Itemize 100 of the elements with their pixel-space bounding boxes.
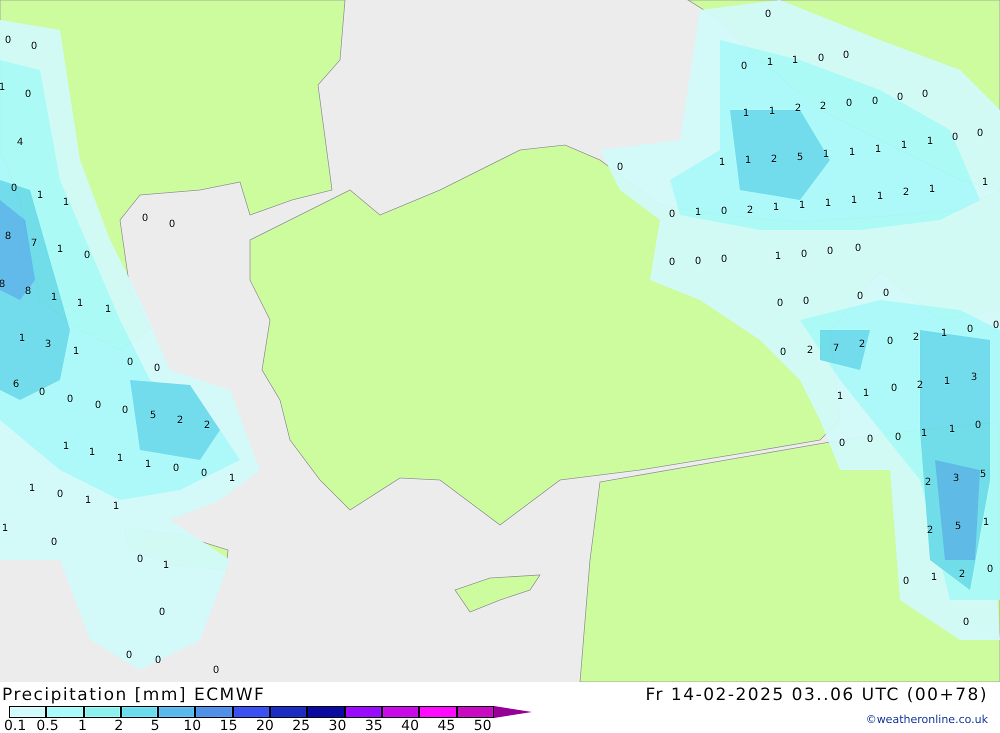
precipitation-value: 0 [616, 162, 624, 173]
precipitation-value: 0 [30, 41, 38, 52]
precipitation-value: 1 [144, 459, 152, 470]
scale-label: 0.1 [4, 718, 26, 733]
precipitation-value: 0 [94, 400, 102, 411]
scale-label: 25 [292, 718, 310, 733]
precipitation-value: 1 [848, 147, 856, 158]
precipitation-value: 2 [926, 525, 934, 536]
precipitation-value: 1 [948, 424, 956, 435]
precipitation-value: 1 [940, 328, 948, 339]
precipitation-value: 0 [38, 387, 46, 398]
precipitation-value: 1 [62, 441, 70, 452]
precipitation-value: 6 [12, 379, 20, 390]
precipitation-value: 0 [992, 320, 1000, 331]
precipitation-value: 1 [742, 108, 750, 119]
scale-label: 45 [437, 718, 456, 733]
precipitation-value: 3 [970, 372, 978, 383]
precipitation-value: 1 [694, 207, 702, 218]
precipitation-value: 8 [4, 231, 12, 242]
precipitation-value: 0 [764, 9, 772, 20]
precipitation-value: 1 [18, 333, 26, 344]
precipitation-value: 1 [982, 517, 990, 528]
precipitation-value: 3 [952, 473, 960, 484]
precipitation-value: 0 [168, 219, 176, 230]
scale-label: 0.5 [36, 718, 59, 733]
precipitation-value: 1 [56, 244, 64, 255]
precipitation-value: 0 [136, 554, 144, 565]
precipitation-value: 1 [28, 483, 36, 494]
precipitation-value: 1 [792, 55, 798, 66]
precipitation-value: 0 [854, 243, 862, 254]
precipitation-value: 5 [150, 410, 156, 421]
precipitation-value: 1 [36, 190, 44, 201]
scale-label: 10 [183, 718, 202, 733]
credit-link[interactable]: ©weatheronline.co.uk [866, 713, 988, 726]
precipitation-value: 0 [986, 564, 994, 575]
precipitation-value: 0 [668, 209, 676, 220]
precipitation-value: 0 [856, 291, 864, 302]
precipitation-value: 1 [76, 298, 84, 309]
precipitation-value: 0 [720, 254, 728, 265]
scale-label: 5 [150, 718, 160, 733]
precipitation-value: 2 [770, 154, 778, 165]
precipitation-value: 3 [44, 339, 52, 350]
precipitation-value: 2 [794, 103, 802, 114]
precipitation-value: 1 [228, 473, 236, 484]
precipitation-value: 1 [744, 155, 752, 166]
precipitation-value: 1 [944, 376, 950, 387]
precipitation-value: 0 [10, 183, 18, 194]
precipitation-value: 1 [112, 501, 120, 512]
precipitation-value: 2 [912, 332, 920, 343]
precipitation-value: 0 [66, 394, 74, 405]
precipitation-value: 2 [916, 380, 924, 391]
precipitation-value: 1 [928, 184, 936, 195]
scale-label: 40 [401, 718, 419, 733]
precipitation-value: 2 [176, 415, 184, 426]
precipitation-value: 2 [820, 101, 826, 112]
precipitation-value: 0 [974, 420, 982, 431]
precipitation-value: 1 [62, 197, 70, 208]
precipitation-value: 1 [930, 572, 938, 583]
precipitation-value: 0 [212, 665, 220, 676]
precipitation-value: 0 [882, 288, 890, 299]
precipitation-value: 0 [894, 432, 902, 443]
precipitation-value: 0 [962, 617, 970, 628]
precipitation-value: 7 [832, 343, 840, 354]
precipitation-value: 0 [842, 50, 850, 61]
precipitation-value: 1 [766, 57, 774, 68]
precipitation-value: 0 [802, 296, 810, 307]
scale-label: 1 [78, 718, 87, 733]
precipitation-value: 5 [796, 152, 804, 163]
precipitation-value: 1 [982, 177, 988, 188]
precipitation-value: 2 [958, 569, 966, 580]
precipitation-value: 1 [774, 251, 782, 262]
precipitation-value: 0 [56, 489, 64, 500]
precipitation-value: 0 [966, 324, 974, 335]
precipitation-value: 2 [924, 477, 932, 488]
precipitation-value: 1 [84, 495, 92, 506]
precipitation-value: 0 [142, 213, 148, 224]
precipitation-value: 4 [16, 137, 24, 148]
precipitation-value: 0 [780, 347, 786, 358]
precipitation-value: 0 [200, 468, 208, 479]
precipitation-value: 0 [952, 132, 958, 143]
precipitation-value: 0 [818, 53, 824, 64]
precipitation-value: 1 [718, 157, 726, 168]
precipitation-value: 1 [116, 453, 124, 464]
precipitation-value: 0 [154, 363, 160, 374]
precipitation-value: 0 [890, 383, 898, 394]
precipitation-value: 2 [204, 420, 210, 431]
precipitation-value: 0 [886, 336, 894, 347]
precipitation-value: 1 [72, 346, 80, 357]
arrow-icon [494, 706, 532, 718]
precipitation-value: 0 [776, 298, 784, 309]
precipitation-value: 0 [866, 434, 874, 445]
precipitation-value: 0 [838, 438, 846, 449]
precipitation-value: 1 [162, 560, 170, 571]
precipitation-value: 2 [858, 339, 866, 350]
precipitation-value: 1 [836, 391, 844, 402]
scale-label: 2 [114, 718, 124, 733]
precipitation-value: 8 [24, 286, 32, 297]
precipitation-value: 5 [980, 469, 986, 480]
precipitation-value: 1 [768, 106, 776, 117]
precipitation-value: 0 [122, 405, 128, 416]
